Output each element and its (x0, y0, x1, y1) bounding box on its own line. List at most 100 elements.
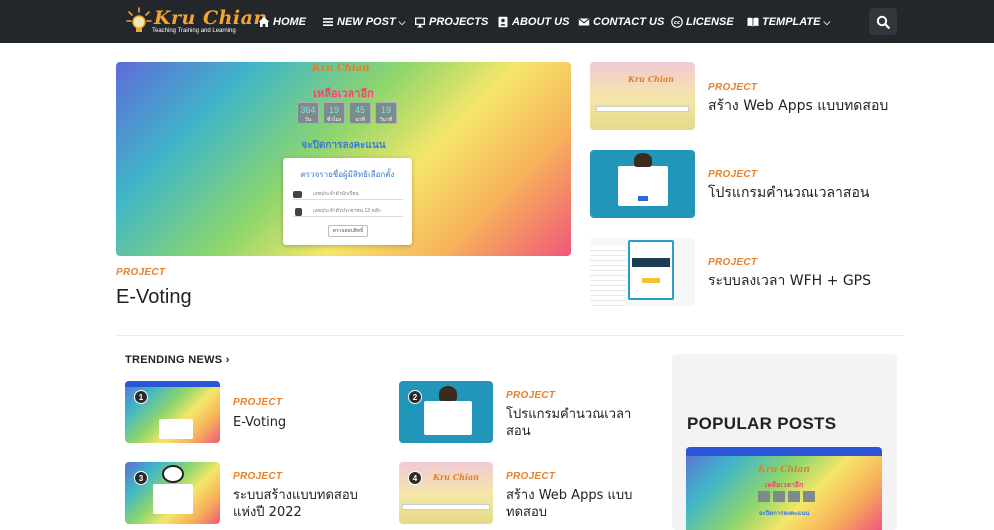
preview-countdown-heading: เหลือเวลาอีก (313, 88, 374, 100)
nav-license[interactable]: cc LICENSE (671, 14, 734, 30)
nav-home[interactable]: HOME (258, 14, 306, 30)
rank-badge: 1 (134, 390, 148, 404)
side-post-label[interactable]: PROJECT (708, 169, 757, 180)
side-post-label[interactable]: PROJECT (708, 82, 757, 93)
thumb-counter (788, 491, 800, 502)
popular-heading: POPULAR POSTS (687, 414, 837, 433)
trending-label[interactable]: PROJECT (233, 397, 282, 408)
trending-thumbnail[interactable]: 1 (125, 381, 220, 443)
top-navbar: Kru Chian Teaching Training and Learning… (0, 0, 994, 43)
nav-template[interactable]: TEMPLATE ⌵ (747, 14, 830, 30)
thumb-counter (773, 491, 785, 502)
logo-subtitle: Teaching Training and Learning (152, 28, 236, 34)
preview-check-button: ตรวจสอบสิทธิ์ (328, 225, 368, 237)
popular-thumbnail[interactable]: Kru Chian เหลือเวลาอีก จะปิดการลงคะแนน (686, 447, 882, 530)
thumb-topbar (125, 381, 220, 387)
site-logo[interactable]: Kru Chian Teaching Training and Learning (126, 7, 267, 37)
rank-badge: 3 (134, 471, 148, 485)
trending-title[interactable]: สร้าง Web Apps แบบ ทดสอบ (506, 487, 632, 521)
chevron-down-icon: ⌵ (823, 17, 831, 27)
nav-contact[interactable]: CONTACT US (578, 14, 664, 30)
preview-logo: Kru Chian (312, 63, 370, 74)
nav-template-label: TEMPLATE (762, 16, 821, 28)
trending-title[interactable]: โปรแกรมคำนวณเวลา สอน (506, 406, 631, 440)
preview-counter-hours: 19 ชั่วโมง (323, 102, 345, 124)
trending-thumbnail[interactable]: Kru Chian 4 (399, 462, 493, 524)
creative-commons-icon: cc (671, 16, 683, 28)
thumb-form (424, 401, 472, 435)
side-post-thumbnail[interactable] (590, 238, 695, 306)
thumb-countdown-heading: เหลือเวลาอีก (764, 482, 804, 489)
preview-card-title: ตรวจรายชื่อผู้มีสิทธิเลือกตั้ง (300, 170, 395, 179)
rank-badge: 4 (408, 471, 422, 485)
trending-thumbnail[interactable]: 3 (125, 462, 220, 524)
preview-closing-text: จะปิดการลงคะแนน (301, 140, 386, 151)
chevron-down-icon: ⌵ (398, 17, 406, 27)
nav-about[interactable]: ABOUT US (497, 14, 569, 30)
featured-title[interactable]: E-Voting (116, 286, 192, 308)
thumb-card (159, 419, 193, 439)
preview-login-card: ตรวจรายชื่อผู้มีสิทธิเลือกตั้ง เลขประจำต… (283, 158, 412, 245)
side-post-title[interactable]: โปรแกรมคำนวณเวลาสอน (708, 185, 869, 202)
lightbulb-logo-icon (126, 7, 152, 32)
home-icon (258, 17, 270, 27)
nav-about-label: ABOUT US (512, 16, 570, 28)
thumb-logo: Kru Chian (628, 74, 674, 84)
thumb-button (642, 278, 660, 283)
search-icon (876, 15, 890, 29)
side-post-label[interactable]: PROJECT (708, 257, 757, 268)
nav-contact-label: CONTACT US (593, 16, 665, 28)
featured-label[interactable]: PROJECT (116, 267, 165, 278)
thumb-button (638, 196, 648, 201)
thumb-counter (758, 491, 770, 502)
nav-projects-label: PROJECTS (429, 16, 489, 28)
nav-home-label: HOME (273, 16, 306, 28)
thumb-logo: Kru Chian (758, 465, 810, 475)
section-divider (116, 335, 904, 336)
envelope-icon (578, 18, 590, 26)
featured-thumbnail[interactable]: Kru Chian เหลือเวลาอีก 364 วัน 19 ชั่วโมง … (116, 62, 571, 256)
owl-icon (634, 153, 652, 167)
menu-icon (323, 18, 333, 26)
thumb-clock-card (628, 240, 674, 300)
logo-title: Kru Chian (154, 7, 268, 29)
chevron-right-icon: › (225, 354, 230, 366)
thumb-logo: Kru Chian (433, 472, 479, 482)
rank-badge: 2 (408, 390, 422, 404)
trending-thumbnail[interactable]: 2 (399, 381, 493, 443)
preview-field-citizen-id: เลขประจำตัวประชาชน 13 หลัก (293, 205, 403, 217)
lock-icon (295, 208, 302, 216)
side-post-thumbnail[interactable] (590, 150, 695, 218)
nav-new-post[interactable]: NEW POST ⌵ (322, 14, 406, 30)
thumb-topbar (686, 447, 882, 456)
nav-projects[interactable]: PROJECTS (414, 14, 488, 30)
thumb-sheet (590, 246, 626, 306)
trending-title[interactable]: E-Voting (233, 414, 286, 431)
thumb-closing-text: จะปิดการลงคะแนน (758, 511, 810, 517)
thumb-card (153, 484, 193, 514)
svg-text:cc: cc (674, 20, 681, 26)
side-post-title[interactable]: สร้าง Web Apps แบบทดสอบ (708, 98, 888, 115)
search-button[interactable] (869, 8, 897, 35)
side-post-thumbnail[interactable]: Kru Chian (590, 62, 695, 130)
panda-icon (162, 465, 184, 483)
nav-new-post-label: NEW POST (337, 16, 396, 28)
preview-field-student-id: เลขประจำตัวนักเรียน (293, 188, 403, 200)
thumb-input (596, 106, 689, 112)
trending-label[interactable]: PROJECT (506, 471, 555, 482)
popular-posts-widget: POPULAR POSTS Kru Chian เหลือเวลาอีก จะป… (672, 354, 897, 530)
preview-counter-seconds: 19 วินาที (375, 102, 397, 124)
user-tie-icon (498, 16, 508, 28)
thumb-counter (803, 491, 815, 502)
owl-icon (439, 386, 457, 401)
preview-counter-minutes: 45 นาที (349, 102, 371, 124)
user-icon (293, 191, 302, 198)
thumb-clock (632, 258, 670, 267)
trending-title[interactable]: ระบบสร้างแบบทดสอบ แห่งปี 2022 (233, 487, 358, 521)
thumb-input (402, 504, 490, 510)
preview-counter-days: 364 วัน (297, 102, 319, 124)
trending-label[interactable]: PROJECT (233, 471, 282, 482)
trending-heading[interactable]: TRENDING NEWS › (125, 354, 230, 366)
trending-label[interactable]: PROJECT (506, 390, 555, 401)
side-post-title[interactable]: ระบบลงเวลา WFH + GPS (708, 273, 871, 290)
